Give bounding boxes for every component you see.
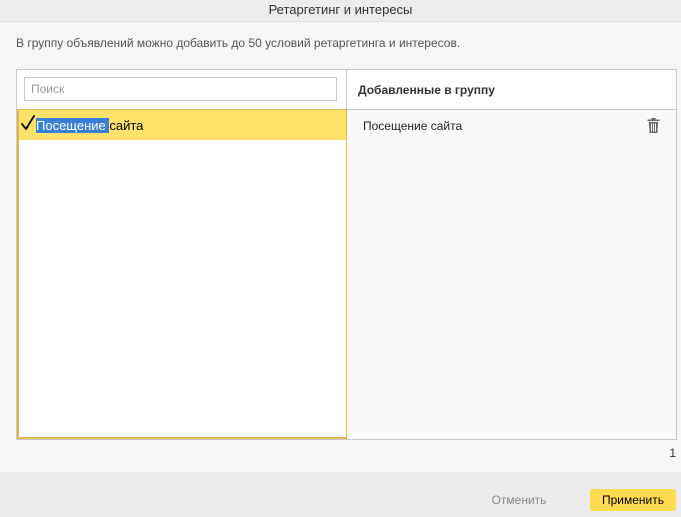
added-list-item: Посещение сайта [347,110,676,140]
options-list[interactable]: Посещение сайта [17,109,348,439]
option-label: Посещение сайта [36,118,143,133]
retargeting-dialog: Ретаргетинг и интересы В группу объявлен… [0,0,681,517]
checkmark-icon [21,115,35,130]
trash-icon[interactable] [647,118,660,133]
dialog-footer: Отменить Применить [0,472,681,517]
selection-panes: Посещение сайта Добавленные в группу Пос… [16,69,677,440]
list-item[interactable]: Посещение сайта [19,110,346,140]
apply-button[interactable]: Применить [590,489,676,511]
added-pane: Добавленные в группу Посещение сайта [347,70,676,439]
option-label-highlight: Посещение [36,118,110,133]
search-bar [17,70,346,110]
cancel-button[interactable]: Отменить [476,489,562,511]
dialog-title: Ретаргетинг и интересы [0,0,681,22]
option-label-rest: сайта [109,118,144,133]
added-item-label: Посещение сайта [363,119,463,133]
available-pane: Посещение сайта [17,70,348,439]
intro-text: В группу объявлений можно добавить до 50… [16,36,461,50]
added-pane-header: Добавленные в группу [347,70,676,110]
search-input[interactable] [24,77,337,101]
selected-count: 1 [669,446,676,460]
added-pane-title: Добавленные в группу [358,83,495,97]
